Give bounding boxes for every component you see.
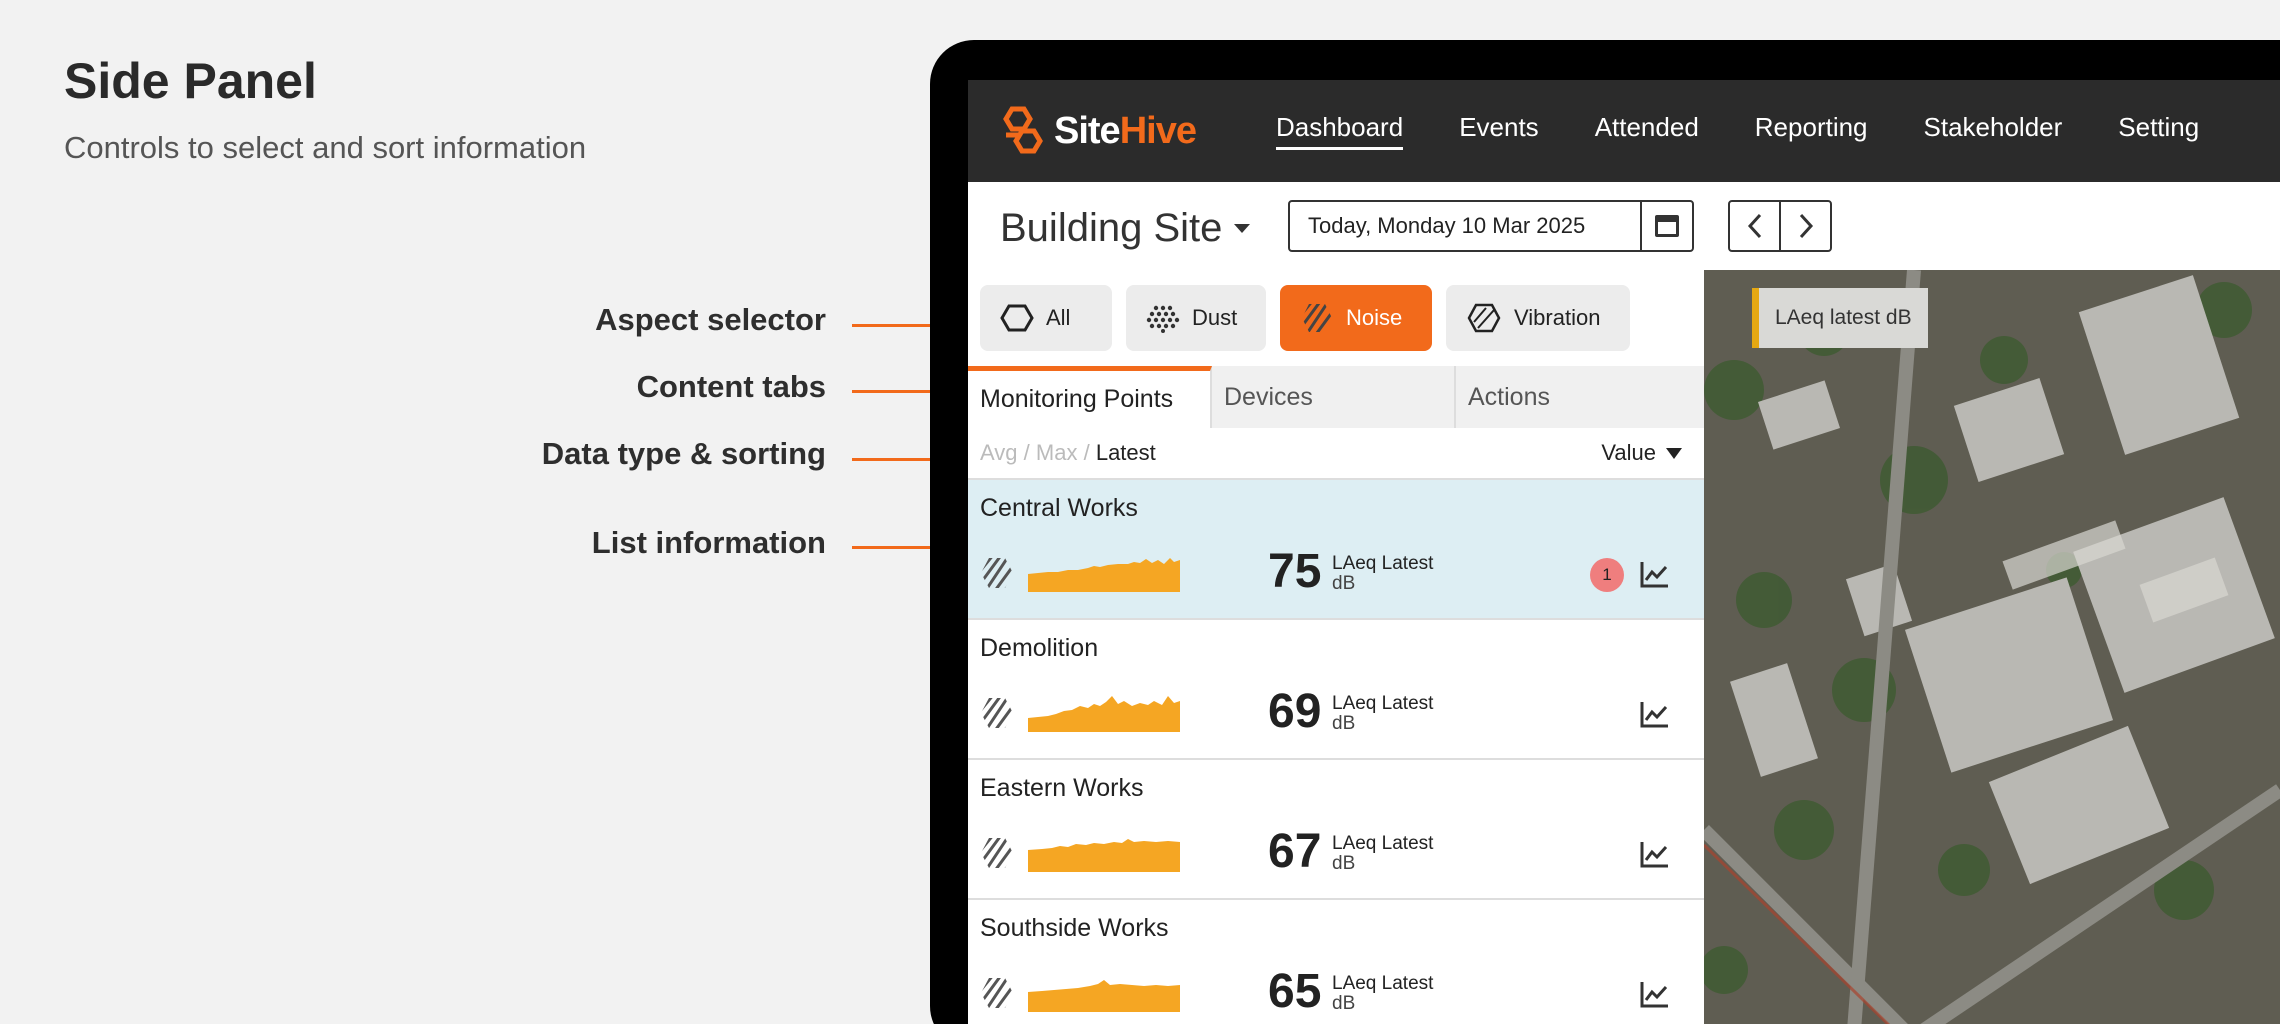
monitoring-point-name: Demolition bbox=[980, 634, 1099, 662]
logo-text-hive: Hive bbox=[1119, 109, 1197, 152]
sparkline-chart bbox=[1028, 696, 1180, 732]
dust-icon bbox=[1146, 305, 1180, 333]
metric-label: LAeq Latest bbox=[1332, 833, 1434, 854]
tab-monitoring-points[interactable]: Monitoring Points bbox=[968, 366, 1212, 428]
aspect-selector: All Dust Noise Vibration bbox=[968, 270, 1704, 366]
sort-dropdown[interactable]: Value bbox=[1601, 440, 1682, 466]
tab-actions[interactable]: Actions bbox=[1456, 366, 1704, 428]
nav-settings[interactable]: Setting bbox=[2118, 112, 2199, 150]
metric-label: LAeq Latest bbox=[1332, 553, 1434, 574]
aspect-label: Noise bbox=[1346, 305, 1403, 330]
aspect-label: Vibration bbox=[1514, 305, 1601, 330]
data-type-avg[interactable]: Avg bbox=[980, 440, 1018, 465]
monitoring-point-value: 65 bbox=[1268, 965, 1322, 1018]
triangle-down-icon bbox=[1666, 447, 1682, 459]
logo-mark-icon bbox=[1003, 106, 1043, 154]
aspect-vibration-button[interactable]: Vibration bbox=[1446, 285, 1630, 351]
monitoring-point-value: 75 bbox=[1268, 545, 1322, 598]
nav-stakeholder[interactable]: Stakeholder bbox=[1924, 112, 2063, 150]
noise-icon bbox=[981, 978, 1013, 1008]
monitoring-point-name: Central Works bbox=[980, 494, 1138, 522]
nav-events[interactable]: Events bbox=[1459, 112, 1539, 150]
aspect-label: All bbox=[1046, 305, 1071, 330]
callout-label: Data type & sorting bbox=[541, 436, 826, 471]
noise-icon bbox=[981, 698, 1013, 728]
next-date-button[interactable] bbox=[1779, 202, 1830, 250]
list-item[interactable]: Demolition 69 LAeq Latest dB bbox=[968, 620, 1704, 760]
hexagon-icon bbox=[1000, 304, 1034, 332]
metric-unit: dB bbox=[1332, 573, 1356, 594]
sparkline-chart bbox=[1028, 839, 1180, 872]
map-imagery bbox=[1704, 270, 2280, 1024]
data-type-latest[interactable]: Latest bbox=[1096, 440, 1156, 465]
list-item[interactable]: Eastern Works 67 LAeq Latest dB bbox=[968, 760, 1704, 900]
app-screen: SiteHive Dashboard Events Attended Repor… bbox=[968, 80, 2280, 1024]
monitoring-point-metric: LAeq Latest dB bbox=[1332, 834, 1433, 874]
sitehive-logo[interactable]: SiteHive bbox=[998, 105, 1197, 157]
date-value: Today, Monday 10 Mar 2025 bbox=[1308, 213, 1586, 238]
line-chart-icon[interactable] bbox=[1638, 558, 1672, 592]
caret-down-icon bbox=[1234, 223, 1251, 233]
satellite-map[interactable]: LAeq latest dB bbox=[1704, 270, 2280, 1024]
monitoring-point-metric: LAeq Latest dB bbox=[1332, 974, 1433, 1014]
data-type-max[interactable]: Max bbox=[1036, 440, 1078, 465]
sparkline-chart bbox=[1028, 980, 1180, 1012]
date-navigation bbox=[1728, 200, 1832, 252]
line-chart-icon[interactable] bbox=[1638, 698, 1672, 732]
nav-reporting[interactable]: Reporting bbox=[1755, 112, 1868, 150]
metric-unit: dB bbox=[1332, 993, 1356, 1014]
line-chart-icon[interactable] bbox=[1638, 838, 1672, 872]
logo-text-site: Site bbox=[1054, 109, 1121, 152]
site-selector[interactable]: Building Site bbox=[1000, 200, 1251, 256]
list-item[interactable]: Central Works 75 LAeq Latest dB 1 bbox=[968, 480, 1704, 620]
chevron-left-icon bbox=[1747, 213, 1761, 239]
line-chart-icon[interactable] bbox=[1638, 978, 1672, 1012]
aspect-all-button[interactable]: All bbox=[980, 285, 1112, 351]
nav-dashboard[interactable]: Dashboard bbox=[1275, 112, 1404, 150]
monitoring-point-value: 69 bbox=[1268, 685, 1322, 738]
monitoring-point-metric: LAeq Latest dB bbox=[1332, 694, 1433, 734]
callout-label: Content tabs bbox=[636, 369, 826, 404]
data-type-separator: / bbox=[1083, 440, 1090, 465]
main-nav: Dashboard Events Attended Reporting Stak… bbox=[1275, 112, 2255, 150]
top-navbar: SiteHive Dashboard Events Attended Repor… bbox=[968, 80, 2280, 182]
page-title: Side Panel bbox=[64, 53, 317, 109]
map-legend: LAeq latest dB bbox=[1752, 288, 1928, 348]
metric-label: LAeq Latest bbox=[1332, 693, 1434, 714]
aspect-dust-button[interactable]: Dust bbox=[1126, 285, 1266, 351]
callout-label: List information bbox=[591, 525, 826, 560]
sparkline-chart bbox=[1028, 558, 1180, 592]
noise-icon bbox=[1302, 304, 1332, 332]
previous-date-button[interactable] bbox=[1730, 202, 1779, 250]
aspect-label: Dust bbox=[1192, 305, 1238, 330]
monitoring-point-metric: LAeq Latest dB bbox=[1332, 554, 1433, 594]
aspect-noise-button[interactable]: Noise bbox=[1280, 285, 1432, 351]
tab-devices[interactable]: Devices bbox=[1212, 366, 1456, 428]
monitoring-point-value: 67 bbox=[1268, 825, 1322, 878]
metric-unit: dB bbox=[1332, 853, 1356, 874]
alert-count-badge[interactable]: 1 bbox=[1590, 558, 1624, 592]
site-name: Building Site bbox=[1000, 205, 1223, 250]
data-type-separator: / bbox=[1023, 440, 1030, 465]
date-picker[interactable]: Today, Monday 10 Mar 2025 bbox=[1288, 200, 1694, 252]
monitoring-point-name: Eastern Works bbox=[980, 774, 1144, 802]
calendar-icon bbox=[1655, 215, 1679, 237]
noise-icon bbox=[981, 838, 1013, 868]
side-panel: All Dust Noise Vibration Monitoring Poin… bbox=[968, 270, 1704, 1024]
list-item[interactable]: Southside Works 65 LAeq Latest dB bbox=[968, 900, 1704, 1024]
noise-icon bbox=[981, 558, 1013, 588]
metric-unit: dB bbox=[1332, 713, 1356, 734]
metric-label: LAeq Latest bbox=[1332, 973, 1434, 994]
chevron-right-icon bbox=[1799, 213, 1813, 239]
calendar-button[interactable] bbox=[1640, 202, 1692, 250]
data-type-selector: Avg / Max / Latest bbox=[980, 440, 1156, 466]
nav-attended[interactable]: Attended bbox=[1595, 112, 1699, 150]
callout-label: Aspect selector bbox=[595, 302, 826, 337]
data-type-sorting-bar: Avg / Max / Latest Value bbox=[968, 428, 1704, 480]
sort-label: Value bbox=[1601, 440, 1656, 465]
page-subtitle: Controls to select and sort information bbox=[64, 130, 587, 165]
monitoring-point-name: Southside Works bbox=[980, 914, 1169, 942]
vibration-icon bbox=[1467, 303, 1501, 333]
content-tabs: Monitoring Points Devices Actions bbox=[968, 366, 1704, 428]
